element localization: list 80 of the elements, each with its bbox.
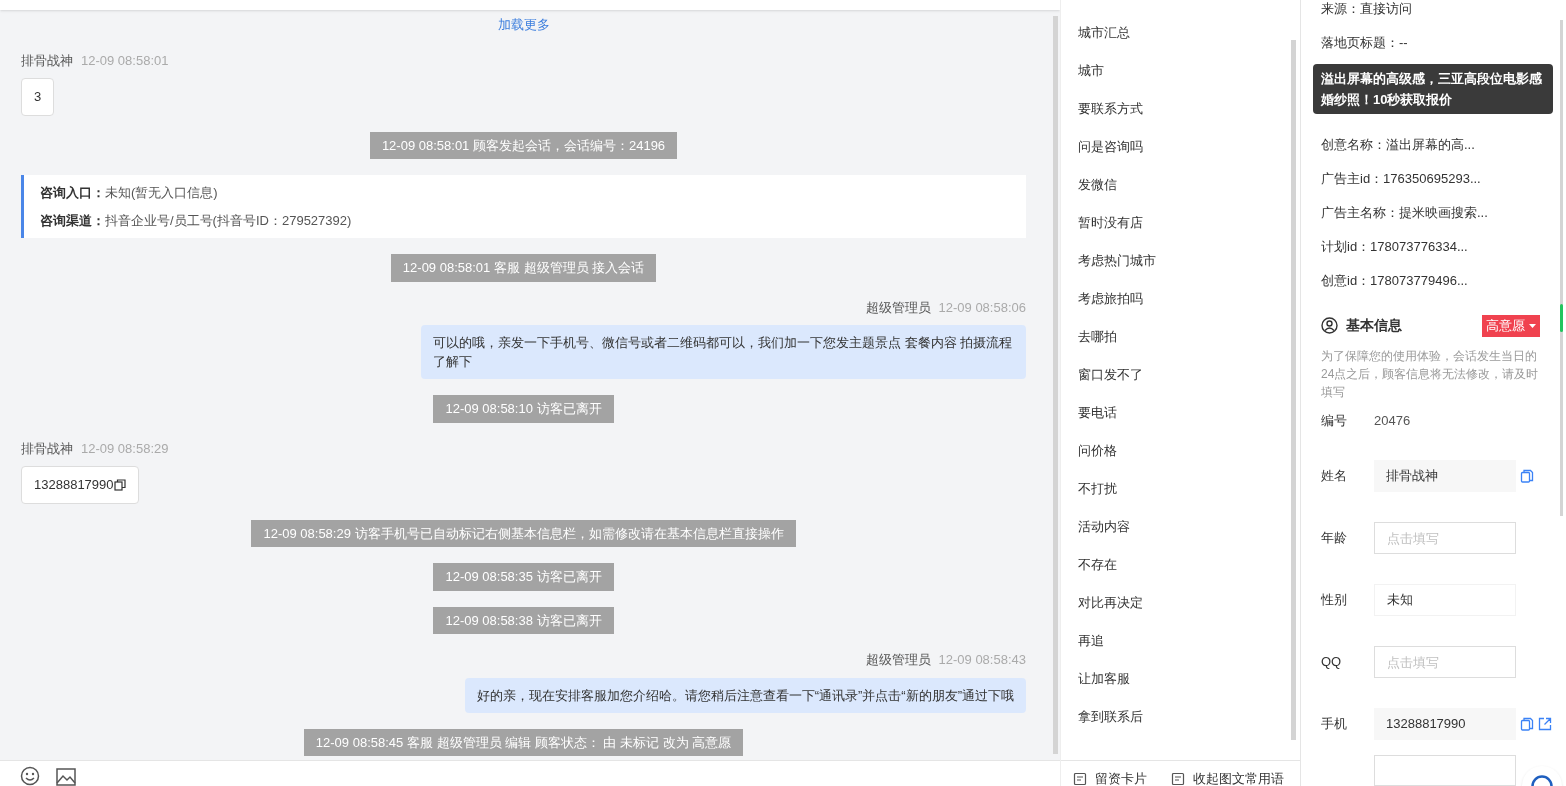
message-bubble: 3 [21,78,55,116]
quick-phrase-item[interactable]: 问价格 [1078,442,1291,460]
intent-tag-dropdown[interactable]: 高意愿 [1482,315,1540,337]
message-bubble: 13288817990 [21,466,139,504]
quick-phrase-item[interactable]: 去哪拍 [1078,328,1291,346]
field-label: 性别 [1321,591,1348,610]
system-notice: 12-09 08:58:38 访客已离开 [433,606,614,634]
message-time: 12-09 08:58:29 [81,439,169,458]
quick-phrase-item[interactable]: 暂时没有店 [1078,214,1291,232]
quick-phrase-item[interactable]: 考虑旅拍吗 [1078,290,1291,308]
info-row-text: 来源：直接访问 [1321,0,1413,18]
info-row-text: 创意名称：溢出屏幕的高... [1321,136,1476,154]
quick-phrase-item[interactable]: 要联系方式 [1078,100,1291,118]
system-notice: 12-09 08:58:29 访客手机号已自动标记右侧基本信息栏，如需修改请在基本信息栏直接操作 [251,519,796,547]
message-bubble: 可以的哦，亲发一下手机号、微信号或者二维码都可以，我们加一下您发主题景点 套餐内容 拍摄流程了解下 [421,325,1026,379]
input-field[interactable]: 点击填写 [1374,522,1516,554]
field-label: 编号 [1321,411,1348,430]
emoji-icon[interactable] [20,766,40,786]
message-time: 12-09 08:58:06 [938,298,1026,317]
user-circle-icon [1321,317,1338,335]
input-field[interactable]: 点击填写 [1374,646,1516,678]
sender-name: 排骨战神 [21,51,73,70]
quick-phrase-item[interactable]: 城市汇总 [1078,24,1291,42]
quick-phrase-item[interactable]: 问是咨询吗 [1078,138,1291,156]
system-notice: 12-09 08:58:10 访客已离开 [433,395,614,423]
section-title: 基本信息 [1346,316,1402,336]
info-row-text: 创意id：178073779496... [1321,272,1469,290]
input-field[interactable] [1374,755,1516,786]
quick-phrase-item[interactable]: 对比再决定 [1078,594,1291,612]
field-label: 手机 [1321,715,1348,734]
footer-button[interactable]: 收起图文常用语 [1171,771,1284,786]
sender-name: 超级管理员 [865,298,931,317]
quick-phrase-item[interactable]: 拿到联系后 [1078,708,1291,726]
quick-phrase-item[interactable]: 要电话 [1078,404,1291,422]
scrollbar[interactable] [1291,40,1296,740]
tooltip: 溢出屏幕的高级感，三亚高段位电影感婚纱照！10秒获取报价 [1313,64,1553,114]
scrollbar[interactable] [1053,16,1058,754]
info-label: 咨询渠道： [40,211,105,230]
info-row-text: 广告主名称：提米映画搜索... [1321,204,1489,222]
sender-name: 排骨战神 [21,439,73,458]
info-value: 未知(暂无入口信息) [105,184,218,202]
system-notice: 12-09 08:58:01 客服 超级管理员 接入会话 [390,254,657,282]
message-time: 12-09 08:58:01 [81,51,169,70]
select-field[interactable]: 未知 [1374,584,1516,616]
external-link-icon[interactable] [1538,717,1552,731]
footer-button[interactable]: 留资卡片 [1073,771,1147,786]
field-value: 排骨战神 [1374,460,1516,492]
system-notice: 12-09 08:58:35 访客已离开 [433,563,614,591]
quick-phrase-item[interactable]: 窗口发不了 [1078,366,1291,384]
caret-icon [1529,323,1536,328]
message-bubble: 好的亲，现在安排客服加您介绍哈。请您稍后注意查看一下“通讯录”并点击“新的朋友”通过下哦 [464,677,1026,713]
quick-phrase-item[interactable]: 让加客服 [1078,670,1291,688]
quick-phrase-item[interactable]: 不存在 [1078,556,1291,574]
load-more-link[interactable]: 加载更多 [497,15,550,35]
system-notice: 12-09 08:58:01 顾客发起会话，会话编号：24196 [369,131,678,159]
image-icon[interactable] [56,768,76,786]
quick-phrase-item[interactable]: 考虑热门城市 [1078,252,1291,270]
quick-phrase-item[interactable]: 城市 [1078,62,1291,80]
info-value: 抖音企业号/员工号(抖音号ID：279527392) [105,211,352,230]
field-label: QQ [1321,653,1343,672]
info-row-text: 计划id：178073776334... [1321,238,1469,256]
notice-text: 为了保障您的使用体验，会话发生当日的24点之后，顾客信息将无法修改，请及时填写 [1321,347,1540,401]
field-label: 年龄 [1321,529,1348,548]
quick-phrase-item[interactable]: 活动内容 [1078,518,1291,536]
system-notice: 12-09 08:58:45 客服 超级管理员 编辑 顾客状态： 由 未标记 改为 高意愿 [303,728,744,756]
field-value: 20476 [1374,411,1411,430]
message-time: 12-09 08:58:43 [938,651,1026,669]
field-value: 13288817990 [1374,708,1516,740]
copy-icon[interactable] [113,478,126,491]
info-row-text: 广告主id：176350695293... [1321,170,1482,188]
document-icon [1073,771,1087,786]
scrollbar[interactable] [1560,20,1563,516]
quick-phrase-item[interactable]: 再追 [1078,632,1291,650]
field-label: 姓名 [1321,467,1348,486]
quick-phrase-item[interactable]: 发微信 [1078,176,1291,194]
info-row-text: 落地页标题：-- [1321,34,1409,52]
sender-name: 超级管理员 [865,651,931,669]
info-label: 咨询入口： [40,184,105,202]
quick-phrase-item[interactable]: 不打扰 [1078,480,1291,498]
document-icon [1171,771,1185,786]
